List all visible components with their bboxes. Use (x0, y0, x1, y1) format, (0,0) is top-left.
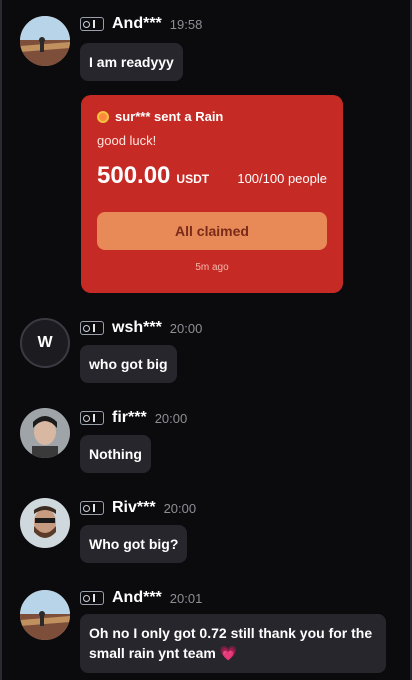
rain-time-ago: 5m ago (195, 262, 229, 273)
level-badge-icon (80, 411, 104, 425)
left-edge (0, 0, 2, 680)
message-line-text: small rain ynt team (89, 645, 216, 662)
avatar[interactable] (20, 498, 70, 548)
all-claimed-button[interactable]: All claimed (97, 212, 327, 250)
rain-people: 100/100 people (237, 171, 327, 186)
message-meta: wsh*** 20:00 (80, 318, 202, 338)
username[interactable]: And*** (112, 589, 162, 607)
message-bubble: I am readyyy (80, 43, 183, 82)
landscape-avatar-icon (20, 16, 70, 66)
message-meta: Riv*** 20:00 (80, 498, 196, 518)
person-avatar-icon (20, 408, 70, 458)
rain-currency: USDT (176, 172, 210, 186)
avatar[interactable] (20, 16, 70, 66)
avatar[interactable]: W (20, 318, 70, 368)
message-bubble: Nothing (80, 435, 151, 474)
username[interactable]: Riv*** (112, 499, 156, 517)
level-badge-icon (80, 321, 104, 335)
username[interactable]: And*** (112, 15, 162, 33)
message-line: Oh no I only got 0.72 still thank you fo… (89, 625, 373, 641)
rain-amount: 500.00 (97, 162, 171, 189)
avatar[interactable] (20, 408, 70, 458)
level-badge-icon (80, 591, 104, 605)
message-meta: And*** 19:58 (80, 14, 202, 34)
person-avatar-icon (20, 498, 70, 548)
username[interactable]: fir*** (112, 409, 147, 427)
message-bubble: Oh no I only got 0.72 still thank you fo… (80, 614, 386, 673)
level-badge-icon (80, 17, 104, 31)
message-bubble: Who got big? (80, 525, 188, 564)
timestamp: 19:58 (169, 16, 203, 32)
message-meta: fir*** 20:00 (80, 408, 187, 428)
rain-sender: sur*** sent a Rain (115, 109, 224, 124)
landscape-avatar-icon (20, 590, 70, 640)
rain-card[interactable]: sur*** sent a Rain good luck! 500.00 USD… (81, 95, 343, 293)
username[interactable]: wsh*** (112, 319, 162, 337)
timestamp: 20:00 (163, 500, 197, 516)
message-line: small rain ynt team 💗 (89, 643, 377, 663)
avatar[interactable] (20, 590, 70, 640)
level-badge-icon (80, 501, 104, 515)
avatar-letter: W (37, 334, 53, 351)
timestamp: 20:01 (169, 590, 203, 606)
coin-icon (97, 110, 109, 123)
timestamp: 20:00 (169, 320, 203, 336)
timestamp: 20:00 (154, 410, 188, 426)
heart-emoji-icon: 💗 (219, 645, 238, 662)
message-meta: And*** 20:01 (80, 588, 202, 608)
message-bubble: who got big (80, 345, 177, 384)
rain-message: good luck! (97, 133, 157, 148)
